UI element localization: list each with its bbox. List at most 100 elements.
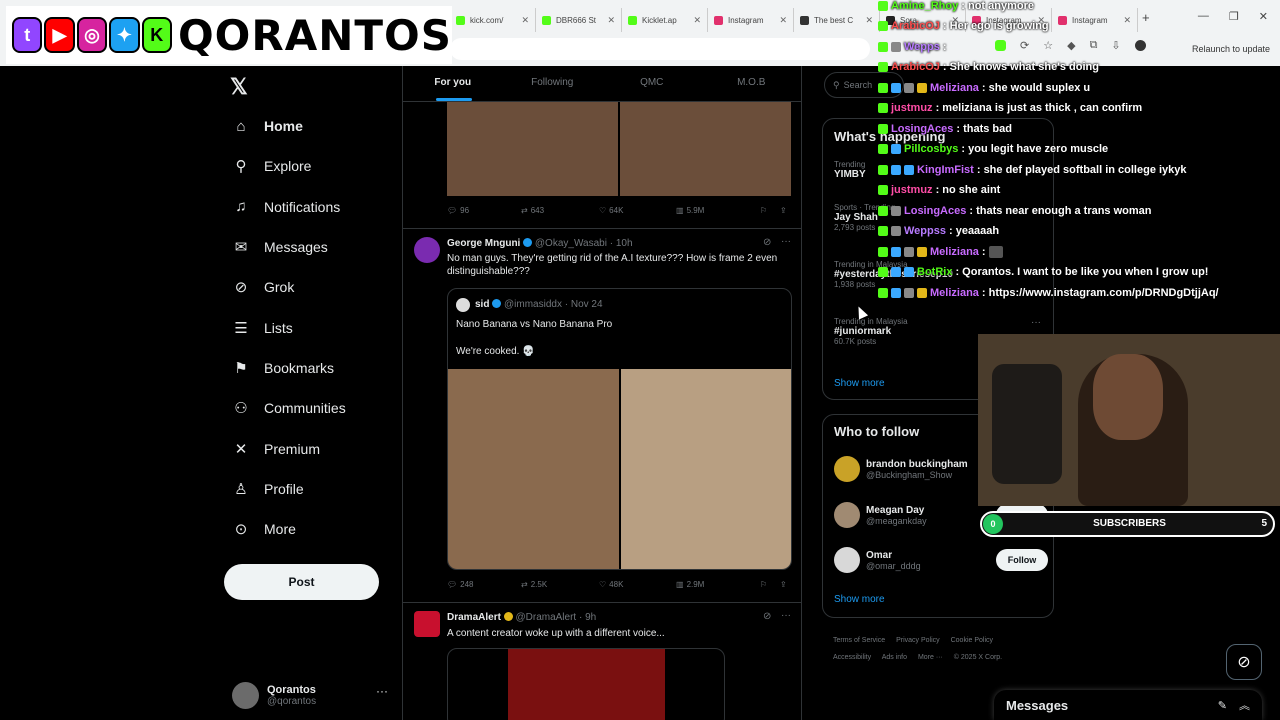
tweet-time[interactable]: · 9h: [579, 612, 596, 623]
follow-suggestion[interactable]: Omar @omar_dddg Follow: [834, 544, 1048, 576]
footer-link[interactable]: Terms of Service: [833, 637, 885, 644]
sidebar-item-premium[interactable]: ✕ Premium: [228, 428, 398, 468]
list-icon: ☰: [234, 319, 248, 337]
account-switcher[interactable]: Qorantos @qorantos: [232, 678, 392, 712]
sidebar-item-explore[interactable]: ⚲ Explore: [228, 146, 398, 186]
browser-tab[interactable]: Instagram ✕: [708, 8, 794, 32]
restore-icon[interactable]: ❐: [1229, 10, 1239, 23]
like-button[interactable]: ♡ 48K: [599, 580, 676, 589]
youtube-icon: ▶: [44, 17, 75, 53]
post-button[interactable]: Post: [224, 564, 379, 600]
browser-tab[interactable]: Kicklet.ap ✕: [622, 8, 708, 32]
views-button[interactable]: ▥ 5.9M: [676, 206, 760, 215]
tweet-image[interactable]: [620, 102, 791, 196]
tab-following[interactable]: Following: [503, 66, 603, 101]
sidebar-item-bookmarks[interactable]: ⚑ Bookmarks: [228, 348, 398, 388]
close-window-icon[interactable]: ✕: [1259, 10, 1268, 23]
sidebar-item-messages[interactable]: ✉ Messages: [228, 227, 398, 267]
close-icon[interactable]: ✕: [607, 15, 615, 26]
tab-mob[interactable]: M.O.B: [702, 66, 802, 101]
sidebar-item-notifications[interactable]: ♫ Notifications: [228, 187, 398, 227]
trend-item[interactable]: Trending YIMBY: [834, 160, 866, 180]
sidebar-item-more[interactable]: ⊙ More: [228, 509, 398, 549]
close-icon[interactable]: ✕: [1123, 15, 1131, 26]
grok-icon[interactable]: ⊘: [763, 611, 771, 622]
close-icon[interactable]: ✕: [779, 15, 787, 26]
footer-link[interactable]: Cookie Policy: [951, 637, 993, 644]
author-name[interactable]: DramaAlert: [447, 612, 501, 623]
puzzle-icon[interactable]: ⧉: [1090, 39, 1098, 52]
kick-badge-icon: [878, 165, 888, 175]
more-icon[interactable]: ···: [781, 610, 791, 621]
tab-for-you[interactable]: For you: [403, 66, 503, 101]
bookmark-button[interactable]: ⚐: [760, 206, 780, 215]
compose-message-icon[interactable]: ✎: [1218, 699, 1227, 712]
author-handle[interactable]: @Okay_Wasabi: [535, 238, 607, 249]
tweet-time[interactable]: · 10h: [610, 238, 633, 249]
extension-icon[interactable]: ◆: [1067, 39, 1075, 52]
like-button[interactable]: ♡ 64K: [599, 206, 676, 215]
footer-link[interactable]: Accessibility: [833, 654, 871, 661]
author-name[interactable]: George Mnguni: [447, 238, 520, 249]
footer-link[interactable]: Ads info: [882, 654, 907, 661]
profile-icon[interactable]: [1134, 40, 1146, 51]
quoted-tweet[interactable]: sid @immasiddx · Nov 24 Nano Banana vs N…: [447, 288, 792, 570]
chat-text: : you legit have zero muscle: [961, 143, 1109, 155]
avatar[interactable]: [414, 237, 440, 263]
bookmark-button[interactable]: ⚐: [760, 580, 780, 589]
trend-item[interactable]: Trending in Malaysia #juniormark 60.7K p…: [834, 317, 908, 346]
quote-image[interactable]: [621, 369, 791, 569]
sidebar-item-grok[interactable]: ⊘ Grok: [228, 267, 398, 307]
reply-button[interactable]: 💬︎ 248: [447, 580, 521, 589]
new-tab-button[interactable]: +: [1142, 10, 1150, 25]
refresh-icon[interactable]: ⟳: [1020, 39, 1029, 52]
grok-button[interactable]: ⊘: [1226, 644, 1262, 680]
tweet-media[interactable]: [447, 648, 725, 720]
extension-icon[interactable]: [995, 40, 1006, 51]
author-handle[interactable]: @DramaAlert: [515, 612, 576, 623]
repost-button[interactable]: ⇄ 643: [521, 206, 599, 215]
divider: [403, 602, 801, 603]
badge-icon: [904, 83, 914, 93]
reply-button[interactable]: 💬︎ 96: [447, 206, 521, 215]
close-icon[interactable]: ✕: [521, 15, 529, 26]
avatar[interactable]: [414, 611, 440, 637]
more-icon[interactable]: ···: [781, 236, 791, 247]
close-icon[interactable]: ✕: [865, 15, 873, 26]
share-button[interactable]: ⇪: [780, 206, 792, 215]
address-bar[interactable]: [450, 38, 870, 60]
close-icon[interactable]: ✕: [693, 15, 701, 26]
star-icon[interactable]: ☆: [1043, 39, 1053, 52]
sidebar-item-communities[interactable]: ⚇ Communities: [228, 388, 398, 428]
repost-button[interactable]: ⇄ 2.5K: [521, 580, 599, 589]
minimize-icon[interactable]: —: [1198, 10, 1209, 23]
tab-qmc[interactable]: QMC: [602, 66, 702, 101]
more-icon[interactable]: ···: [1031, 317, 1041, 328]
show-more-link[interactable]: Show more: [834, 378, 885, 389]
x-logo-icon[interactable]: 𝕏: [230, 74, 248, 100]
sidebar-item-label: Premium: [264, 440, 321, 457]
footer-link[interactable]: More ···: [918, 654, 943, 661]
chat-message: Weppss: yeaaaah: [878, 221, 999, 241]
show-more-link[interactable]: Show more: [834, 594, 885, 605]
browser-tab[interactable]: DBR666 St ✕: [536, 8, 622, 32]
relaunch-button[interactable]: Relaunch to update: [1184, 38, 1278, 60]
share-button[interactable]: ⇪: [780, 580, 792, 589]
grok-icon[interactable]: ⊘: [763, 237, 771, 248]
tweet-image[interactable]: [447, 102, 618, 196]
messages-drawer[interactable]: Messages ✎ ︽: [994, 690, 1262, 720]
views-button[interactable]: ▥ 2.9M: [676, 580, 760, 589]
sidebar-item-home[interactable]: ⌂ Home: [228, 106, 398, 146]
browser-tab[interactable]: kick.com/ ✕: [450, 8, 536, 32]
browser-tab[interactable]: The best C ✕: [794, 8, 880, 32]
sidebar-item-profile[interactable]: ♙ Profile: [228, 469, 398, 509]
chat-username: Meliziana: [930, 82, 979, 94]
chevron-up-icon[interactable]: ︽: [1239, 697, 1250, 713]
more-icon[interactable]: ···: [376, 684, 388, 698]
footer-link[interactable]: Privacy Policy: [896, 637, 940, 644]
follow-button[interactable]: Follow: [996, 549, 1048, 571]
download-icon[interactable]: ⇩: [1111, 39, 1120, 52]
quote-image[interactable]: [448, 369, 619, 569]
sidebar-item-lists[interactable]: ☰ Lists: [228, 307, 398, 347]
browser-tab[interactable]: Instagram ✕: [1052, 8, 1138, 32]
